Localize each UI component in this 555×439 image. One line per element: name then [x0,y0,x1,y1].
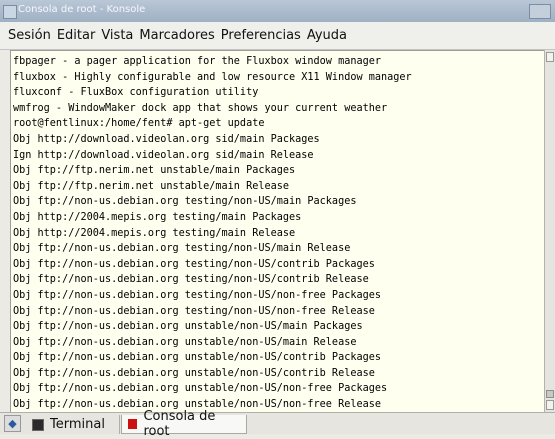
menu-vista[interactable]: Vista [101,28,133,43]
terminal-line: Obj ftp://non-us.debian.org testing/non-… [13,241,412,257]
terminal-line: Ign http://download.videolan.org sid/mai… [13,148,412,164]
terminal-line: Obj ftp://non-us.debian.org unstable/non… [13,335,412,351]
terminal-line: Obj ftp://non-us.debian.org testing/non-… [13,257,412,273]
terminal-line: Obj ftp://non-us.debian.org unstable/non… [13,319,412,335]
terminal-line: fbpager - a pager application for the Fl… [13,54,412,70]
menu-preferencias[interactable]: Preferencias [221,28,301,43]
terminal-line: Obj ftp://non-us.debian.org unstable/non… [13,366,412,382]
menubar: Sesión Editar Vista Marcadores Preferenc… [0,22,555,50]
terminal-line: Obj http://download.videolan.org sid/mai… [13,132,412,148]
window-menu-icon[interactable] [3,5,17,19]
tab-root-label: Consola de root [143,409,240,439]
menu-sesion[interactable]: Sesión [8,28,51,43]
terminal-line: Obj ftp://ftp.nerim.net unstable/main Re… [13,179,412,195]
terminal-output[interactable]: fbpager - a pager application for the Fl… [10,50,545,413]
terminal-line: fluxconf - FluxBox configuration utility [13,85,412,101]
terminal-icon [32,419,44,431]
scroll-down-arrow-icon[interactable] [546,400,554,410]
terminal-line: Obj http://2004.mepis.org testing/main P… [13,210,412,226]
new-session-icon[interactable]: ◆ [4,415,21,432]
menu-marcadores[interactable]: Marcadores [139,28,214,43]
menu-ayuda[interactable]: Ayuda [307,28,347,43]
terminal-line: Obj ftp://ftp.nerim.net unstable/main Pa… [13,163,412,179]
terminal-line: root@fentlinux:/home/fent# apt-get updat… [13,116,412,132]
terminal-line: Obj ftp://non-us.debian.org unstable/non… [13,350,412,366]
tab-consola-de-root[interactable]: Consola de root [121,415,247,434]
terminal-line: fluxbox - Highly configurable and low re… [13,70,412,86]
tab-terminal[interactable]: Terminal [26,415,120,434]
window-buttons[interactable] [529,4,551,19]
window-title: Consola de root - Konsole [18,4,145,15]
terminal-line: Obj ftp://non-us.debian.org unstable/non… [13,381,412,397]
terminal-line: Obj ftp://non-us.debian.org testing/non-… [13,272,412,288]
tab-terminal-label: Terminal [50,417,105,432]
root-console-icon [128,419,137,429]
menu-editar[interactable]: Editar [57,28,96,43]
terminal-line: Obj ftp://non-us.debian.org testing/non-… [13,288,412,304]
terminal-line: wmfrog - WindowMaker dock app that shows… [13,101,412,117]
scroll-up-arrow-icon[interactable] [546,52,554,62]
terminal-lines: fbpager - a pager application for the Fl… [13,54,412,413]
terminal-line: Obj ftp://non-us.debian.org testing/non-… [13,194,412,210]
scrollbar-thumb[interactable] [546,390,554,398]
window-titlebar[interactable]: Consola de root - Konsole [0,0,555,23]
terminal-line: Obj http://2004.mepis.org testing/main R… [13,226,412,242]
session-tabbar: ◆ Terminal Consola de root [0,412,555,434]
terminal-scrollbar[interactable] [544,50,555,412]
terminal-line: Obj ftp://non-us.debian.org testing/non-… [13,304,412,320]
